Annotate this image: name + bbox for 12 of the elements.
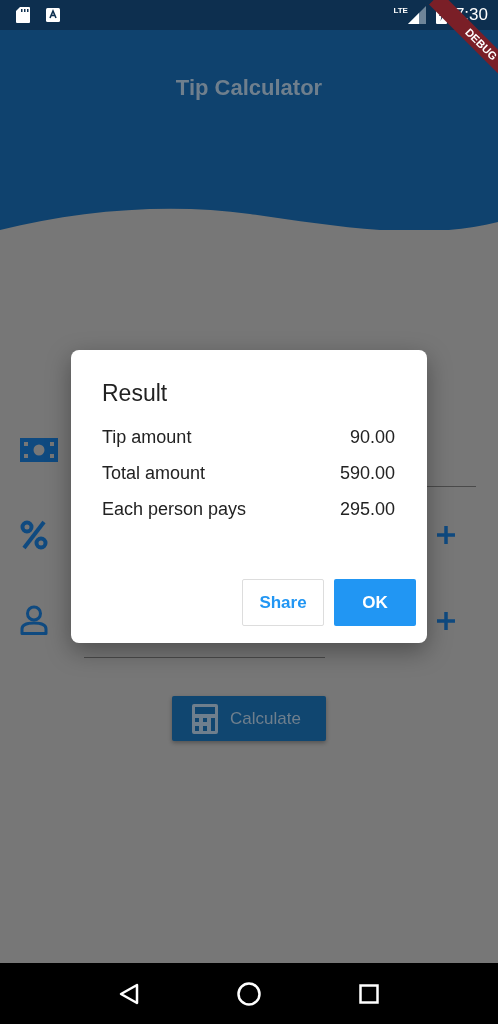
result-label: Each person pays [102, 499, 247, 520]
result-value: 90.00 [349, 427, 395, 448]
share-button[interactable]: Share [242, 579, 324, 626]
ok-button[interactable]: OK [334, 579, 416, 626]
app-title: Tip Calculator [175, 75, 323, 101]
result-label: Tip amount [102, 427, 192, 448]
result-value: 590.00 [339, 463, 395, 484]
result-label: Total amount [102, 463, 206, 484]
network-type: LTE [393, 6, 408, 15]
calculate-button[interactable]: Calculate [172, 696, 326, 741]
result-value: 295.00 [339, 499, 395, 520]
dialog-title: Result [102, 380, 169, 407]
